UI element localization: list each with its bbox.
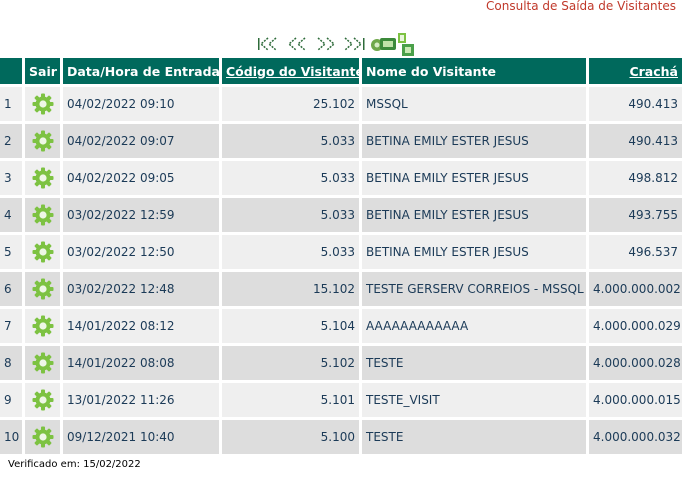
- col-header-index: [0, 58, 25, 84]
- cracha-cell: 4.000.000.032: [589, 417, 682, 454]
- nome-cell: BETINA EMILY ESTER JESUS: [362, 195, 589, 232]
- next-page-icon[interactable]: [313, 35, 339, 53]
- table-row: 8 14/01/2022 08:08 5.102 TESTE 4.000.000.028: [0, 343, 682, 380]
- nome-cell: BETINA EMILY ESTER JESUS: [362, 158, 589, 195]
- table-row: 9 13/01/2022 11:26 5.101 TESTE_VISIT 4.000.0…: [0, 380, 682, 417]
- cracha-cell: 4.000.000.015: [589, 380, 682, 417]
- sort-by-codigo-link[interactable]: Código do Visitante: [226, 64, 359, 79]
- nome-cell: BETINA EMILY ESTER JESUS: [362, 121, 589, 158]
- exit-gear-icon[interactable]: [32, 389, 54, 411]
- nome-cell: TESTE_VISIT: [362, 380, 589, 417]
- sair-cell: [25, 84, 63, 121]
- export-excel-icon[interactable]: [369, 31, 415, 57]
- exit-gear-icon[interactable]: [32, 241, 54, 263]
- entrada-cell: 03/02/2022 12:59: [63, 195, 222, 232]
- exit-gear-icon[interactable]: [32, 93, 54, 115]
- entrada-cell: 03/02/2022 12:48: [63, 269, 222, 306]
- nome-cell: AAAAAAAAAAAA: [362, 306, 589, 343]
- verified-date: Verificado em: 15/02/2022: [8, 459, 141, 470]
- table-row: 7 14/01/2022 08:12 5.104 AAAAAAAAAAAA 4.000.…: [0, 306, 682, 343]
- exit-gear-icon[interactable]: [32, 130, 54, 152]
- table-row: 5 03/02/2022 12:50 5.033 BETINA EMILY ESTER…: [0, 232, 682, 269]
- sair-cell: [25, 195, 63, 232]
- sair-cell: [25, 380, 63, 417]
- entrada-cell: 04/02/2022 09:10: [63, 84, 222, 121]
- codigo-cell: 5.100: [222, 417, 362, 454]
- nome-cell: BETINA EMILY ESTER JESUS: [362, 232, 589, 269]
- exit-gear-icon[interactable]: [32, 167, 54, 189]
- nome-cell: MSSQL: [362, 84, 589, 121]
- codigo-cell: 15.102: [222, 269, 362, 306]
- col-header-nome: Nome do Visitante: [362, 58, 589, 84]
- page-title: Consulta de Saída de Visitantes: [486, 0, 676, 13]
- exit-gear-icon[interactable]: [32, 315, 54, 337]
- codigo-cell: 5.033: [222, 158, 362, 195]
- col-header-sair: Sair: [25, 58, 63, 84]
- sair-cell: [25, 269, 63, 306]
- first-page-icon[interactable]: [257, 35, 283, 53]
- entrada-cell: 04/02/2022 09:07: [63, 121, 222, 158]
- table-row: 3 04/02/2022 09:05 5.033 BETINA EMILY ESTER…: [0, 158, 682, 195]
- cracha-cell: 490.413: [589, 84, 682, 121]
- previous-page-icon[interactable]: [285, 35, 311, 53]
- entrada-cell: 14/01/2022 08:12: [63, 306, 222, 343]
- row-index: 1: [0, 84, 25, 121]
- table-row: 2 04/02/2022 09:07 5.033 BETINA EMILY ESTER…: [0, 121, 682, 158]
- sair-cell: [25, 232, 63, 269]
- sair-cell: [25, 158, 63, 195]
- exit-gear-icon[interactable]: [32, 278, 54, 300]
- exit-gear-icon[interactable]: [32, 352, 54, 374]
- entrada-cell: 03/02/2022 12:50: [63, 232, 222, 269]
- exit-gear-icon[interactable]: [32, 426, 54, 448]
- cracha-cell: 496.537: [589, 232, 682, 269]
- row-index: 9: [0, 380, 25, 417]
- row-index: 3: [0, 158, 25, 195]
- codigo-cell: 5.102: [222, 343, 362, 380]
- row-index: 2: [0, 121, 25, 158]
- entrada-cell: 04/02/2022 09:05: [63, 158, 222, 195]
- pagination-toolbar: [257, 31, 415, 57]
- col-header-entrada: Data/Hora de Entrada: [63, 58, 222, 84]
- entrada-cell: 09/12/2021 10:40: [63, 417, 222, 454]
- cracha-cell: 490.413: [589, 121, 682, 158]
- nome-cell: TESTE GERSERV CORREIOS - MSSQL: [362, 269, 589, 306]
- table-row: 1 04/02/2022 09:10 25.102 MSSQL 490.413: [0, 84, 682, 121]
- cracha-cell: 4.000.000.029: [589, 306, 682, 343]
- sort-by-cracha-link[interactable]: Crachá: [629, 64, 678, 79]
- codigo-cell: 25.102: [222, 84, 362, 121]
- entrada-cell: 13/01/2022 11:26: [63, 380, 222, 417]
- codigo-cell: 5.033: [222, 121, 362, 158]
- sair-cell: [25, 417, 63, 454]
- cracha-cell: 493.755: [589, 195, 682, 232]
- visitors-table: Sair Data/Hora de Entrada Código do Visi…: [0, 58, 682, 454]
- cracha-cell: 4.000.000.002: [589, 269, 682, 306]
- sair-cell: [25, 306, 63, 343]
- row-index: 10: [0, 417, 25, 454]
- row-index: 4: [0, 195, 25, 232]
- table-row: 4 03/02/2022 12:59 5.033 BETINA EMILY ESTER…: [0, 195, 682, 232]
- codigo-cell: 5.101: [222, 380, 362, 417]
- last-page-icon[interactable]: [341, 35, 367, 53]
- col-header-codigo: Código do Visitante: [222, 58, 362, 84]
- row-index: 5: [0, 232, 25, 269]
- nome-cell: TESTE: [362, 417, 589, 454]
- sair-cell: [25, 343, 63, 380]
- table-header-row: Sair Data/Hora de Entrada Código do Visi…: [0, 58, 682, 84]
- codigo-cell: 5.104: [222, 306, 362, 343]
- table-row: 6 03/02/2022 12:48 15.102 TESTE GERSERV COR…: [0, 269, 682, 306]
- cracha-cell: 4.000.000.028: [589, 343, 682, 380]
- row-index: 8: [0, 343, 25, 380]
- codigo-cell: 5.033: [222, 195, 362, 232]
- codigo-cell: 5.033: [222, 232, 362, 269]
- sair-cell: [25, 121, 63, 158]
- col-header-cracha: Crachá: [589, 58, 682, 84]
- row-index: 6: [0, 269, 25, 306]
- entrada-cell: 14/01/2022 08:08: [63, 343, 222, 380]
- table-row: 10 09/12/2021 10:40 5.100 TESTE 4.000.000.03…: [0, 417, 682, 454]
- row-index: 7: [0, 306, 25, 343]
- exit-gear-icon[interactable]: [32, 204, 54, 226]
- cracha-cell: 498.812: [589, 158, 682, 195]
- nome-cell: TESTE: [362, 343, 589, 380]
